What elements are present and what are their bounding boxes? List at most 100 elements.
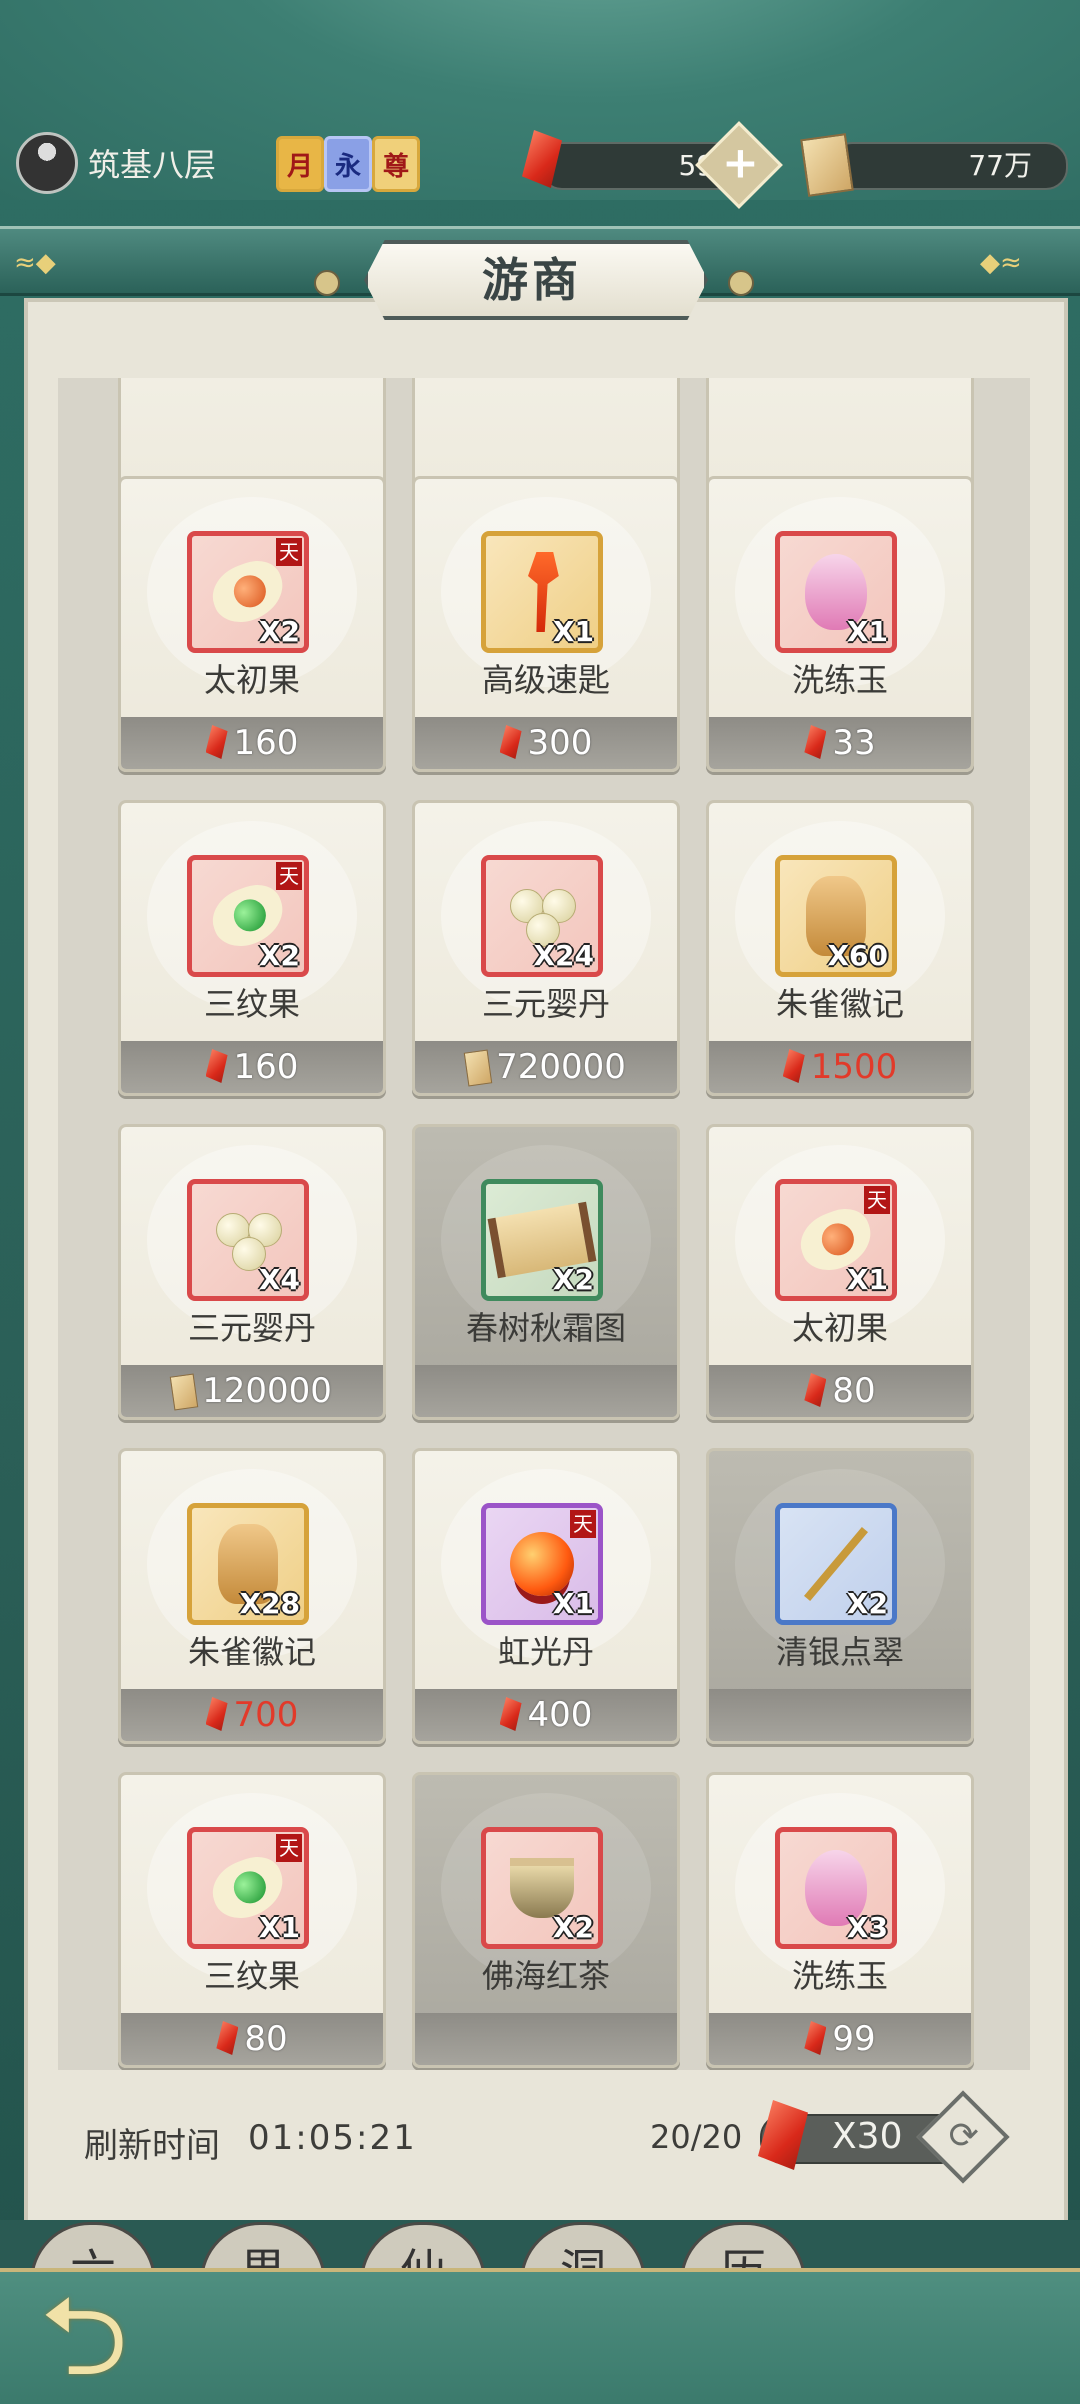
shop-item-card[interactable]: X3 洗练玉 99 [706, 1772, 974, 2068]
item-price: 120000 [202, 1371, 332, 1411]
item-price: 1500 [810, 1047, 898, 1087]
item-icon-frame: X24 [481, 855, 603, 977]
item-name: 虹光丹 [497, 1633, 594, 1671]
scroll-currency-icon [800, 133, 854, 197]
item-name: 清银点翠 [775, 1633, 904, 1671]
shop-item-card[interactable]: 天 X2 太初果 160 [118, 476, 386, 772]
shop-item-card[interactable]: 天 X2 三纹果 160 [118, 800, 386, 1096]
shop-item-card[interactable]: X24 三元婴丹 720000 [412, 800, 680, 1096]
item-name: 朱雀徽记 [775, 985, 904, 1023]
shop-item-card[interactable]: X4 三元婴丹 120000 [118, 1124, 386, 1420]
spirit-stone-icon [782, 1049, 805, 1083]
item-quantity: X1 [258, 1911, 300, 1944]
item-quantity: X2 [552, 1263, 594, 1296]
pill-icon [506, 885, 578, 947]
item-name: 洗练玉 [791, 661, 888, 699]
item-quantity: X24 [533, 939, 594, 972]
item-icon-frame: 天 X2 [187, 855, 309, 977]
item-name: 太初果 [791, 1309, 888, 1347]
item-quantity: X4 [258, 1263, 300, 1296]
fruit-icon [204, 877, 292, 955]
item-price: 720000 [496, 1047, 626, 1087]
shop-item-card[interactable]: X1 高级速匙 300 [412, 476, 680, 772]
scroll-counter: 77万 [830, 142, 1068, 190]
price-bar: 160 [121, 1041, 383, 1093]
cloud-ornament-icon: ≈◆ [14, 248, 56, 278]
item-grid[interactable]: 20 120000 天X2太初果160X1高级速匙300X1洗练玉33天X2三纹… [58, 378, 1030, 2070]
item-name: 三元婴丹 [187, 1309, 316, 1347]
yin-yang-icon[interactable] [16, 132, 78, 194]
fruit-icon [204, 553, 292, 631]
item-price: 80 [244, 2019, 288, 2059]
back-button[interactable]: ⮌ [40, 2270, 240, 2400]
item-price: 80 [832, 1371, 876, 1411]
tier-badge: 天 [570, 1510, 596, 1538]
item-quantity: X1 [552, 1587, 594, 1620]
item-quantity: X1 [846, 615, 888, 648]
item-price: 700 [233, 1695, 299, 1735]
item-price: 160 [233, 1047, 299, 1087]
spirit-stone-icon [499, 1697, 522, 1731]
tier-badge: 天 [276, 538, 302, 566]
price-bar: 1500 [709, 1041, 971, 1093]
price-bar: 99 [709, 2013, 971, 2065]
back-arrow-icon: ⮌ [40, 2272, 129, 2400]
permanent-card-badge[interactable]: 永 [324, 136, 372, 192]
shop-item-card[interactable]: 天 X1 三纹果 80 [118, 1772, 386, 2068]
title-knob-right [728, 270, 754, 296]
price-bar: 300 [415, 717, 677, 769]
spirit-stone-icon [205, 1697, 228, 1731]
item-icon-frame: X60 [775, 855, 897, 977]
price-bar: 80 [121, 2013, 383, 2065]
price-bar: 720000 [415, 1041, 677, 1093]
shop-title: 游商 [482, 253, 582, 307]
item-icon-frame: X1 [481, 531, 603, 653]
item-quantity: X1 [552, 615, 594, 648]
cultivation-realm: 筑基八层 [88, 146, 217, 184]
item-icon-frame: X3 [775, 1827, 897, 1949]
plus-icon: + [721, 137, 759, 189]
item-name: 三纹果 [203, 1957, 300, 1995]
item-quantity: X60 [827, 939, 888, 972]
shop-item-card[interactable]: X2 清银点翠 [706, 1448, 974, 1744]
shop-item-card[interactable]: X2 佛海红茶 [412, 1772, 680, 2068]
cloud-ornament-icon: ◆≈ [980, 248, 1022, 278]
refresh-count: 20/20 [650, 2118, 743, 2156]
vip-badge[interactable]: 尊 [372, 136, 420, 192]
painting-scroll-icon [487, 1201, 597, 1279]
shop-item-card[interactable]: X1 洗练玉 33 [706, 476, 974, 772]
item-quantity: X3 [846, 1911, 888, 1944]
item-quantity: X1 [846, 1263, 888, 1296]
item-name: 太初果 [203, 661, 300, 699]
shop-item-card[interactable]: 天 X1 虹光丹 400 [412, 1448, 680, 1744]
item-price: 99 [832, 2019, 876, 2059]
teacup-icon [510, 1858, 574, 1918]
item-icon-frame: X4 [187, 1179, 309, 1301]
shop-item-card[interactable]: X60 朱雀徽记 1500 [706, 800, 974, 1096]
item-icon-frame: 天 X1 [775, 1179, 897, 1301]
fruit-icon [792, 1201, 880, 1279]
shop-item-card[interactable]: X2 春树秋霜图 [412, 1124, 680, 1420]
price-bar [415, 2013, 677, 2065]
item-icon-frame: X2 [481, 1827, 603, 1949]
item-price: 400 [527, 1695, 593, 1735]
item-price: 300 [527, 723, 593, 763]
item-icon-frame: 天 X1 [187, 1827, 309, 1949]
title-knob-left [314, 270, 340, 296]
item-name: 三纹果 [203, 985, 300, 1023]
spirit-stone-icon [216, 2021, 239, 2055]
price-bar: 700 [121, 1689, 383, 1741]
price-bar: 80 [709, 1365, 971, 1417]
item-name: 佛海红茶 [481, 1957, 610, 1995]
scroll-currency-icon [463, 1049, 493, 1087]
item-icon-frame: 天 X1 [481, 1503, 603, 1625]
item-quantity: X2 [846, 1587, 888, 1620]
item-name: 三元婴丹 [481, 985, 610, 1023]
spirit-stone-icon [205, 725, 228, 759]
shop-item-card[interactable]: X28 朱雀徽记 700 [118, 1448, 386, 1744]
item-price: 33 [832, 723, 876, 763]
price-bar [415, 1365, 677, 1417]
monthly-card-badge[interactable]: 月 [276, 136, 324, 192]
shop-item-card[interactable]: 天 X1 太初果 80 [706, 1124, 974, 1420]
hairpin-icon [804, 1519, 868, 1609]
